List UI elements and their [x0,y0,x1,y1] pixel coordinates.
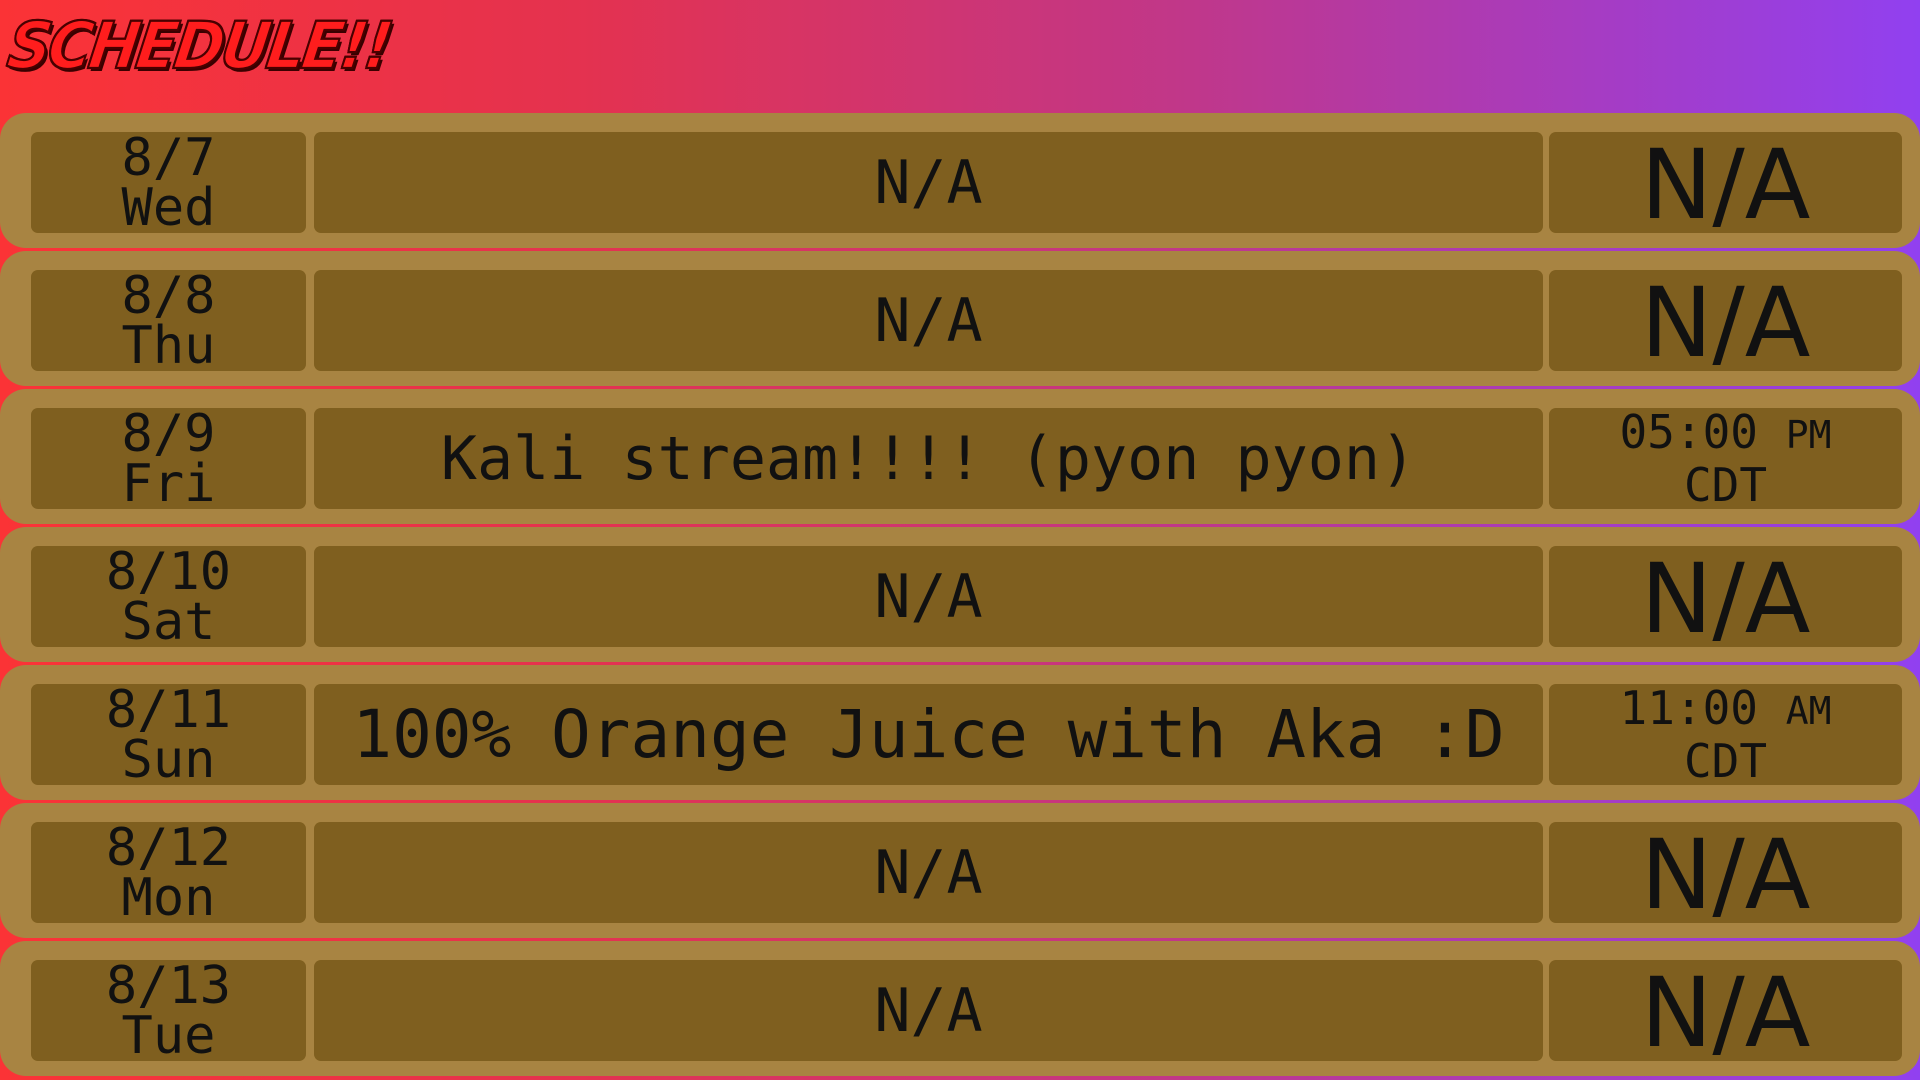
event-cell: N/A [314,822,1543,923]
time-cell: 05:00 PM CDT [1549,407,1902,512]
date-cell: 8/10 Sat [31,541,306,652]
time-na: N/A [1640,266,1811,379]
event-cell: 100% Orange Juice with Aka :D [314,684,1543,785]
time-cell: N/A [1549,822,1902,923]
date-cell: 8/13 Tue [31,955,306,1066]
time-clock: 05:00 [1619,405,1758,459]
time-cell: N/A [1549,960,1902,1061]
date-cell: 8/12 Mon [31,817,306,928]
day-label: Sun [121,729,216,790]
event-cell: N/A [314,546,1543,647]
date-label: 8/11 [105,679,232,740]
time-clock: 11:00 [1619,681,1758,735]
schedule-row: 8/9 Fri Kali stream!!!! (pyon pyon) 05:0… [0,389,1920,524]
schedule-row: 8/10 Sat N/A N/A [0,527,1920,662]
date-label: 8/12 [105,817,232,878]
time-ampm: PM [1785,413,1832,457]
date-label: 8/9 [121,403,216,464]
day-label: Mon [121,867,216,928]
time-zone: CDT [1683,458,1768,512]
date-label: 8/13 [105,955,232,1016]
day-label: Thu [121,315,216,376]
schedule-row: 8/12 Mon N/A N/A [0,803,1920,938]
schedule-row: 8/13 Tue N/A N/A [0,941,1920,1076]
day-label: Tue [121,1005,216,1066]
time-zone: CDT [1683,734,1768,788]
time-cell: N/A [1549,132,1902,233]
event-cell: Kali stream!!!! (pyon pyon) [314,408,1543,509]
time-cell: 11:00 AM CDT [1549,683,1902,788]
time-value: 05:00 PM [1620,407,1832,460]
date-label: 8/7 [121,127,216,188]
schedule-row: 8/7 Wed N/A N/A [0,113,1920,248]
time-na: N/A [1640,542,1811,655]
date-label: 8/10 [105,541,232,602]
date-cell: 8/7 Wed [31,127,306,238]
date-label: 8/8 [121,265,216,326]
date-cell: 8/8 Thu [31,265,306,376]
time-value: 11:00 AM [1620,683,1832,736]
event-cell: N/A [314,270,1543,371]
day-label: Wed [121,177,216,238]
time-na: N/A [1640,128,1811,241]
date-cell: 8/11 Sun [31,679,306,790]
time-na: N/A [1640,956,1811,1069]
page-title: SCHEDULE!! [2,8,396,86]
day-label: Fri [121,453,216,514]
event-cell: N/A [314,960,1543,1061]
time-cell: N/A [1549,546,1902,647]
schedule-row: 8/8 Thu N/A N/A [0,251,1920,386]
time-cell: N/A [1549,270,1902,371]
event-cell: N/A [314,132,1543,233]
time-ampm: AM [1785,689,1832,733]
schedule-row: 8/11 Sun 100% Orange Juice with Aka :D 1… [0,665,1920,800]
day-label: Sat [121,591,216,652]
time-na: N/A [1640,818,1811,931]
date-cell: 8/9 Fri [31,403,306,514]
